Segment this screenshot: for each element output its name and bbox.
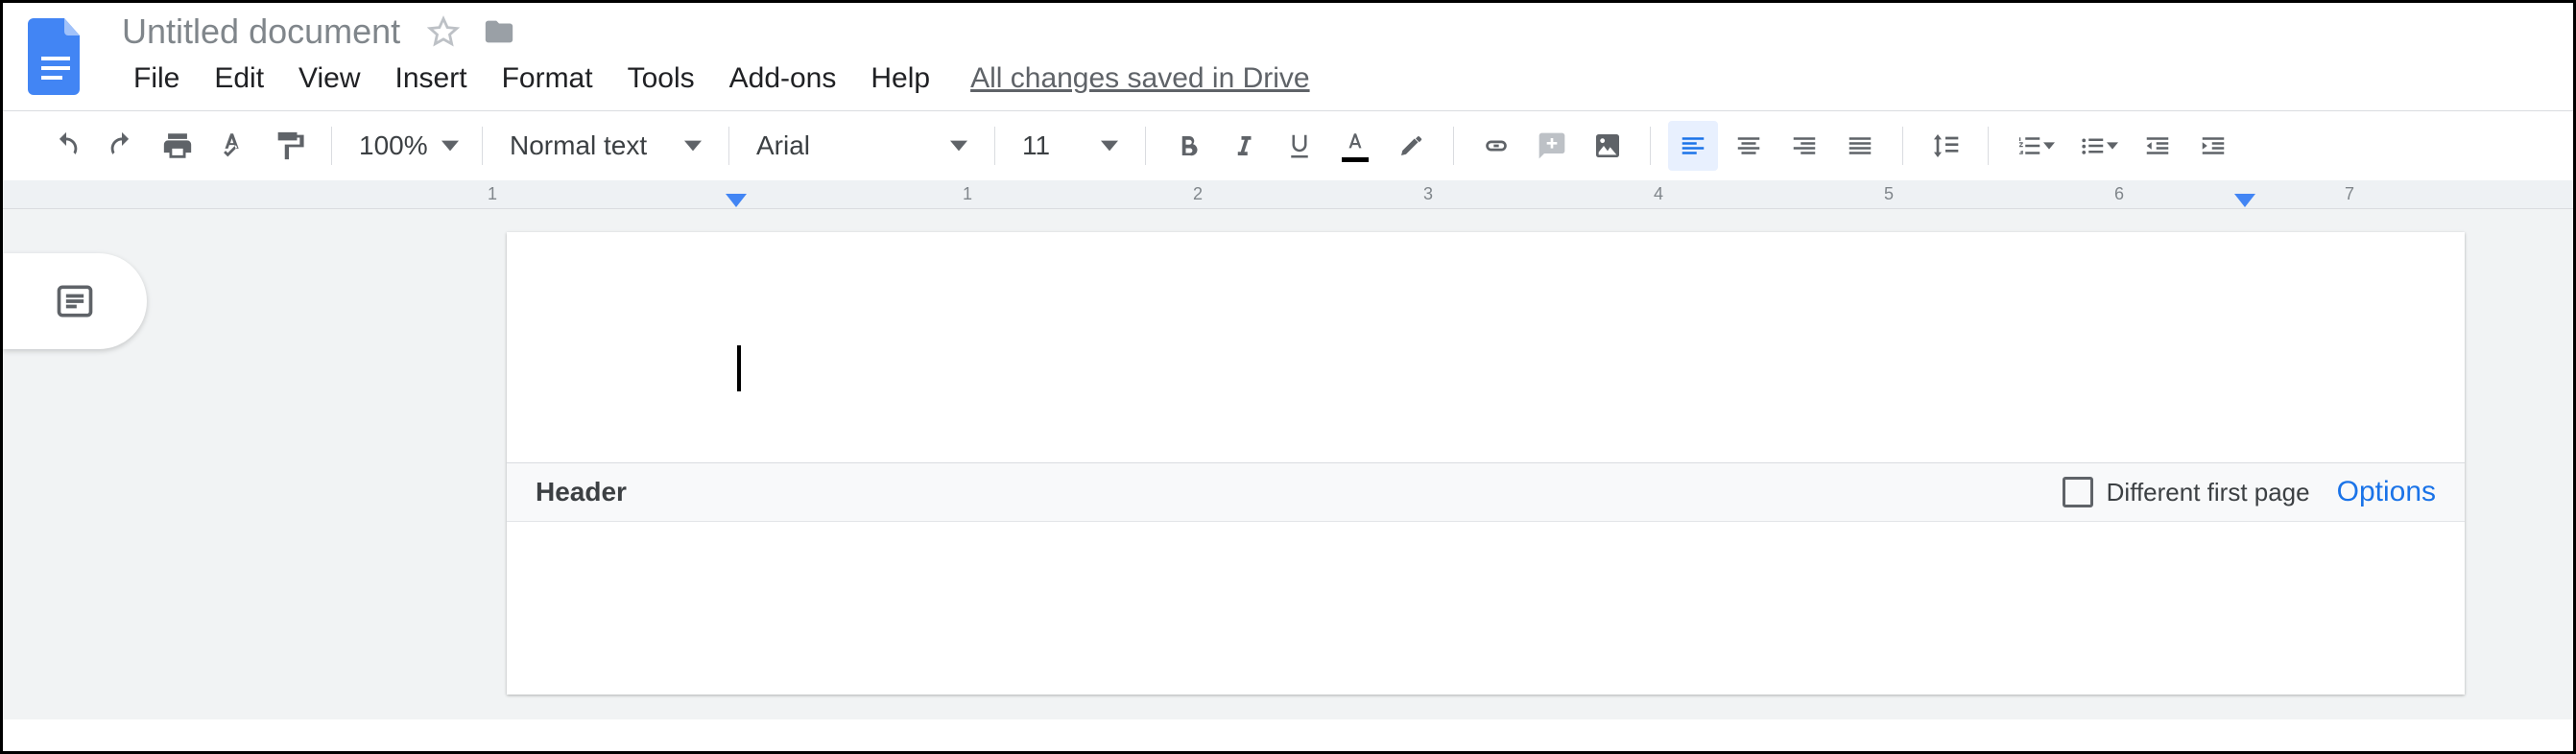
toolbar: 100% Normal text Arial 11 (3, 111, 2573, 180)
document-page[interactable]: Header Different first page Options (507, 232, 2465, 695)
separator (1453, 127, 1454, 165)
ruler-tick: 4 (1654, 184, 1663, 204)
move-folder-icon[interactable] (481, 15, 517, 48)
menu-help[interactable]: Help (853, 57, 947, 101)
document-title[interactable]: Untitled document (116, 12, 406, 51)
star-icon[interactable] (427, 15, 460, 48)
ruler-tick: 7 (2345, 184, 2354, 204)
header-edit-area[interactable] (507, 232, 2465, 462)
chevron-down-icon (2107, 140, 2118, 152)
ruler-tick: 3 (1423, 184, 1433, 204)
separator (1145, 127, 1146, 165)
chevron-down-icon (950, 137, 967, 154)
separator (994, 127, 995, 165)
paragraph-style-value: Normal text (510, 130, 647, 161)
bold-button[interactable] (1163, 121, 1213, 171)
numbered-list-button[interactable] (2006, 121, 2063, 171)
text-cursor (737, 345, 741, 391)
italic-button[interactable] (1219, 121, 1269, 171)
insert-link-button[interactable] (1471, 121, 1521, 171)
font-size-dropdown[interactable]: 11 (1013, 130, 1128, 161)
menu-view[interactable]: View (281, 57, 377, 101)
text-color-swatch (1342, 157, 1369, 162)
ruler-tick: 2 (1193, 184, 1203, 204)
document-body[interactable] (507, 522, 2465, 695)
chevron-down-icon (441, 137, 459, 154)
bulleted-list-button[interactable] (2069, 121, 2127, 171)
redo-button[interactable] (97, 121, 147, 171)
menu-format[interactable]: Format (485, 57, 610, 101)
align-justify-button[interactable] (1835, 121, 1885, 171)
checkbox-box-icon (2063, 477, 2093, 507)
zoom-dropdown[interactable]: 100% (349, 130, 465, 161)
spellcheck-button[interactable] (208, 121, 258, 171)
line-spacing-button[interactable] (1920, 121, 1970, 171)
ruler-tick: 6 (2114, 184, 2124, 204)
different-first-page-checkbox[interactable]: Different first page (2063, 477, 2310, 507)
different-first-page-label: Different first page (2107, 478, 2310, 507)
header-info-bar: Header Different first page Options (507, 462, 2465, 522)
align-left-button[interactable] (1668, 121, 1718, 171)
font-value: Arial (756, 130, 810, 161)
menu-insert[interactable]: Insert (378, 57, 485, 101)
chevron-down-icon (2043, 140, 2055, 152)
header-label: Header (536, 477, 627, 507)
paint-format-button[interactable] (264, 121, 314, 171)
separator (1988, 127, 1989, 165)
add-comment-button[interactable] (1527, 121, 1577, 171)
underline-button[interactable] (1275, 121, 1324, 171)
separator (1650, 127, 1651, 165)
ruler[interactable]: 1 1 2 3 4 5 6 7 (3, 180, 2573, 209)
right-indent-marker-icon[interactable] (2234, 194, 2255, 209)
print-button[interactable] (153, 121, 203, 171)
increase-indent-button[interactable] (2188, 121, 2238, 171)
align-center-button[interactable] (1724, 121, 1774, 171)
save-status[interactable]: All changes saved in Drive (970, 62, 1310, 95)
undo-button[interactable] (41, 121, 91, 171)
insert-image-button[interactable] (1583, 121, 1633, 171)
font-dropdown[interactable]: Arial (747, 130, 977, 161)
ruler-tick: 1 (963, 184, 972, 204)
font-size-value: 11 (1022, 130, 1050, 161)
title-bar: Untitled document File Edit View Insert … (3, 3, 2573, 101)
highlight-color-button[interactable] (1386, 121, 1436, 171)
docs-logo-icon[interactable] (28, 18, 85, 95)
decrease-indent-button[interactable] (2133, 121, 2182, 171)
menu-addons[interactable]: Add-ons (712, 57, 854, 101)
chevron-down-icon (684, 137, 702, 154)
left-indent-marker-icon[interactable] (726, 194, 747, 209)
chevron-down-icon (1101, 137, 1118, 154)
header-options-button[interactable]: Options (2337, 476, 2436, 508)
menu-edit[interactable]: Edit (197, 57, 281, 101)
workspace: Header Different first page Options (3, 209, 2573, 719)
ruler-tick: 5 (1884, 184, 1894, 204)
text-color-button[interactable] (1330, 121, 1380, 171)
menu-file[interactable]: File (116, 57, 197, 101)
zoom-value: 100% (359, 130, 428, 161)
separator (331, 127, 332, 165)
separator (728, 127, 729, 165)
ruler-tick: 1 (488, 184, 497, 204)
paragraph-style-dropdown[interactable]: Normal text (500, 130, 711, 161)
align-right-button[interactable] (1779, 121, 1829, 171)
document-outline-button[interactable] (3, 253, 147, 349)
menu-tools[interactable]: Tools (610, 57, 712, 101)
separator (482, 127, 483, 165)
menu-bar: File Edit View Insert Format Tools Add-o… (116, 51, 1310, 101)
separator (1902, 127, 1903, 165)
